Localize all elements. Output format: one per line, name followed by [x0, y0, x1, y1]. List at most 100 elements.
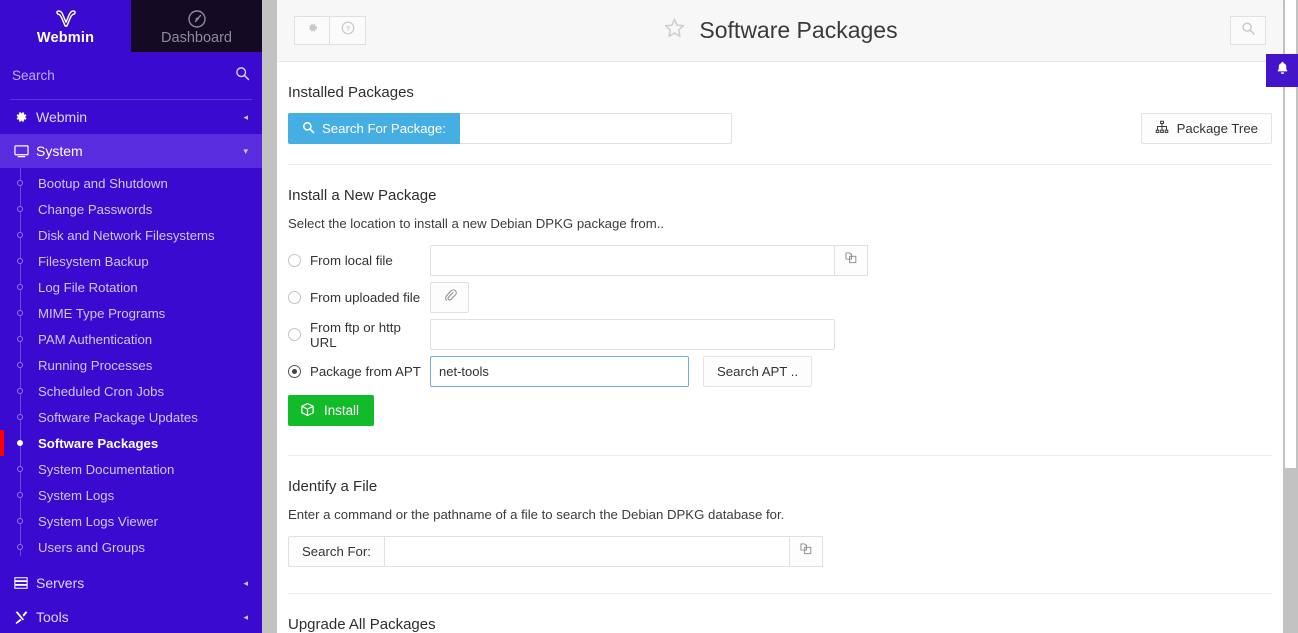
install-button[interactable]: Install: [288, 395, 374, 426]
local-file-input[interactable]: [430, 245, 835, 276]
sidebar-group-servers[interactable]: Servers ◂: [0, 566, 262, 600]
sidebar-group-tools[interactable]: Tools ◂: [0, 600, 262, 633]
package-tree-label: Package Tree: [1176, 121, 1258, 136]
local-file-chooser-button[interactable]: [835, 245, 868, 276]
sidebar-item-label: PAM Authentication: [38, 331, 153, 347]
chevron-left-icon: ◂: [243, 611, 248, 622]
radio-package-from-apt[interactable]: [288, 365, 301, 378]
sidebar-item-label: System Logs: [38, 487, 115, 503]
sidebar-item-system-logs[interactable]: System Logs: [0, 482, 262, 508]
gear-icon: [14, 110, 36, 124]
sidebar-item-log-file-rotation[interactable]: Log File Rotation: [0, 274, 262, 300]
sidebar-search[interactable]: Search: [10, 52, 252, 100]
identify-file-input[interactable]: [384, 536, 790, 567]
bullet-icon: [17, 310, 23, 316]
sidebar-search-placeholder: Search: [12, 68, 55, 83]
package-tree-button[interactable]: Package Tree: [1140, 113, 1272, 144]
sidebar-item-users-and-groups[interactable]: Users and Groups: [0, 534, 262, 560]
sidebar-item-mime-type-programs[interactable]: MIME Type Programs: [0, 300, 262, 326]
sidebar-item-running-processes[interactable]: Running Processes: [0, 352, 262, 378]
sidebar-group-label: Webmin: [36, 109, 88, 125]
bullet-icon: [17, 180, 23, 186]
page-scrollbar[interactable]: [1283, 0, 1298, 633]
header-button-group: ?: [294, 16, 366, 45]
sidebar-item-pam-authentication[interactable]: PAM Authentication: [0, 326, 262, 352]
option-label: From local file: [310, 253, 393, 268]
bullet-icon: [17, 258, 23, 264]
url-input[interactable]: [430, 319, 835, 350]
sidebar-item-label: MIME Type Programs: [38, 305, 166, 321]
star-outline-icon[interactable]: [662, 16, 687, 46]
sidebar-item-disk-and-network-filesystems[interactable]: Disk and Network Filesystems: [0, 222, 262, 248]
option-label-wrap: Package from APT: [288, 364, 430, 379]
radio-from-local-file[interactable]: [288, 254, 301, 267]
bullet-icon: [17, 466, 23, 472]
notifications-button[interactable]: [1266, 54, 1298, 87]
upgrade-all-packages-title: Upgrade All Packages: [288, 616, 436, 633]
option-from-url[interactable]: From ftp or http URL: [288, 319, 1272, 350]
search-for-label: Search For:: [288, 536, 385, 567]
speedometer-icon: [187, 9, 207, 29]
option-label-wrap: From uploaded file: [288, 290, 430, 305]
svg-text:?: ?: [345, 24, 350, 33]
brand-label: Webmin: [36, 29, 95, 46]
sidebar-item-label: Scheduled Cron Jobs: [38, 383, 165, 399]
identify-a-file-row: Search For:: [288, 536, 1272, 567]
sidebar-item-system-documentation[interactable]: System Documentation: [0, 456, 262, 482]
installed-packages-title: Installed Packages: [288, 84, 414, 101]
installed-packages-row: Search For Package: Package Tree: [288, 113, 1272, 144]
option-label: Package from APT: [310, 364, 421, 379]
module-config-button[interactable]: [294, 16, 330, 45]
sidebar-group-label: System: [36, 143, 83, 159]
sitemap-icon: [1155, 120, 1169, 137]
sidebar-item-label: Running Processes: [38, 357, 153, 373]
search-apt-button[interactable]: Search APT ..: [703, 356, 813, 387]
bullet-icon: [17, 362, 23, 368]
sidebar-item-scheduled-cron-jobs[interactable]: Scheduled Cron Jobs: [0, 378, 262, 404]
server-icon: [14, 576, 36, 590]
bullet-icon: [17, 388, 23, 394]
search-apt-label: Search APT ..: [717, 364, 799, 379]
sidebar-group-system[interactable]: System ▾: [0, 134, 262, 168]
option-package-from-apt[interactable]: Package from APT Search APT ..: [288, 356, 1272, 387]
sidebar-item-label: Software Packages: [38, 435, 159, 451]
search-for-package-button[interactable]: Search For Package:: [288, 113, 460, 144]
header-search-button[interactable]: [1230, 16, 1266, 45]
upload-file-button[interactable]: [430, 282, 469, 313]
sidebar-item-label: Software Package Updates: [38, 409, 198, 425]
help-button[interactable]: ?: [330, 16, 366, 45]
package-box-icon: [300, 402, 315, 420]
sidebar-item-filesystem-backup[interactable]: Filesystem Backup: [0, 248, 262, 274]
identify-a-file-title: Identify a File: [288, 478, 378, 495]
search-for-package-label: Search For Package:: [322, 121, 446, 136]
brand-webmin[interactable]: Webmin: [0, 0, 131, 52]
sidebar-item-label: Disk and Network Filesystems: [38, 227, 215, 243]
sidebar-item-change-passwords[interactable]: Change Passwords: [0, 196, 262, 222]
search-for-package-input[interactable]: [459, 113, 732, 144]
sidebar-group-label: Tools: [36, 609, 69, 625]
sidebar-item-software-packages[interactable]: Software Packages: [0, 430, 262, 456]
option-from-local-file[interactable]: From local file: [288, 245, 1272, 276]
tools-icon: [14, 610, 36, 625]
bullet-icon: [17, 414, 23, 420]
question-circle-icon: ?: [341, 21, 355, 40]
search-icon[interactable]: [235, 66, 250, 86]
bell-icon: [1275, 60, 1290, 81]
sidebar-item-software-package-updates[interactable]: Software Package Updates: [0, 404, 262, 430]
bullet-icon: [17, 518, 23, 524]
option-from-uploaded-file[interactable]: From uploaded file: [288, 282, 1272, 313]
sidebar-group-webmin[interactable]: Webmin ◂: [0, 100, 262, 134]
bullet-icon: [17, 440, 23, 446]
radio-from-url[interactable]: [288, 328, 301, 341]
section-divider-3: [288, 593, 1272, 594]
identify-file-chooser-button[interactable]: [789, 536, 823, 567]
sidebar-scrollbar[interactable]: [262, 0, 277, 633]
dashboard-tab[interactable]: Dashboard: [131, 0, 262, 52]
radio-from-uploaded-file[interactable]: [288, 291, 301, 304]
page-header: ? Software Packages: [277, 0, 1283, 62]
apt-package-input[interactable]: [430, 356, 689, 387]
sidebar-item-bootup-and-shutdown[interactable]: Bootup and Shutdown: [0, 170, 262, 196]
page-title: Software Packages: [277, 16, 1283, 46]
sidebar-item-system-logs-viewer[interactable]: System Logs Viewer: [0, 508, 262, 534]
sidebar-item-label: Bootup and Shutdown: [38, 175, 168, 191]
